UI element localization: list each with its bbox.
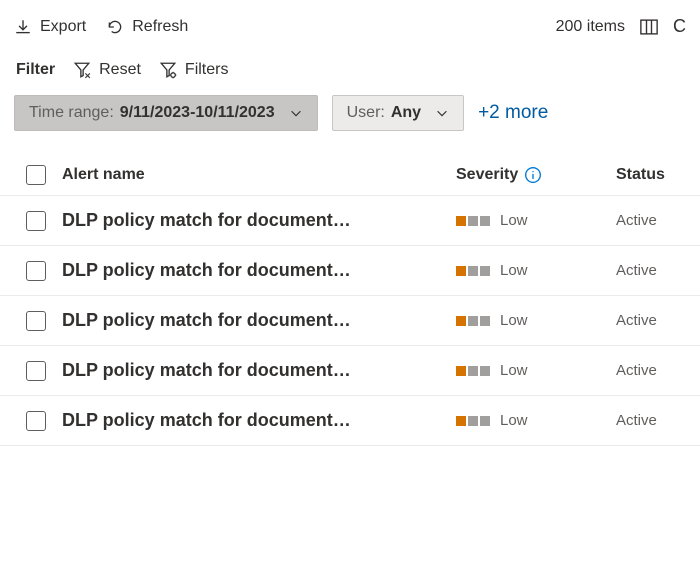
col-status[interactable]: Status xyxy=(616,166,686,184)
row-check-cell xyxy=(14,361,58,381)
severity-bars xyxy=(456,266,490,276)
table-row[interactable]: DLP policy match for document… Low Active xyxy=(0,346,700,396)
table-row[interactable]: DLP policy match for document… Low Active xyxy=(0,296,700,346)
table-row[interactable]: DLP policy match for document… Low Active xyxy=(0,196,700,246)
alert-name[interactable]: DLP policy match for document… xyxy=(62,310,351,330)
status-text: Active xyxy=(616,362,657,379)
reset-label: Reset xyxy=(99,61,141,79)
time-range-value: 9/11/2023-10/11/2023 xyxy=(120,104,275,122)
alert-name[interactable]: DLP policy match for document… xyxy=(62,210,351,230)
items-count: 200 items xyxy=(556,18,625,36)
row-check-cell xyxy=(14,211,58,231)
export-label: Export xyxy=(40,18,86,36)
severity-cell: Low xyxy=(456,312,616,329)
severity-cell: Low xyxy=(456,212,616,229)
more-filters-link[interactable]: +2 more xyxy=(478,102,548,124)
time-range-chip[interactable]: Time range: 9/11/2023-10/11/2023 xyxy=(14,95,318,131)
filter-label: Filter xyxy=(16,61,55,79)
row-checkbox[interactable] xyxy=(26,411,46,431)
severity-text: Low xyxy=(500,212,528,229)
col-severity-label: Severity xyxy=(456,166,518,184)
info-icon[interactable] xyxy=(524,166,542,184)
status-text: Active xyxy=(616,212,657,229)
row-check-cell xyxy=(14,311,58,331)
table-row[interactable]: DLP policy match for document… Low Active xyxy=(0,246,700,296)
refresh-button[interactable]: Refresh xyxy=(106,18,188,36)
user-chip-label: User: xyxy=(347,104,385,122)
refresh-label: Refresh xyxy=(132,18,188,36)
user-chip-value: Any xyxy=(391,104,421,122)
alert-name-cell: DLP policy match for document… xyxy=(58,260,456,281)
chevron-down-icon xyxy=(289,106,303,120)
export-button[interactable]: Export xyxy=(14,18,86,36)
severity-text: Low xyxy=(500,362,528,379)
funnel-clear-icon xyxy=(73,61,91,79)
severity-cell: Low xyxy=(456,412,616,429)
severity-text: Low xyxy=(500,312,528,329)
table-header: Alert name Severity Status xyxy=(0,155,700,196)
filters-button[interactable]: Filters xyxy=(159,61,229,79)
status-cell: Active xyxy=(616,212,686,229)
row-check-cell xyxy=(14,261,58,281)
chevron-down-icon xyxy=(435,106,449,120)
status-cell: Active xyxy=(616,362,686,379)
toolbar-right: 200 items C xyxy=(556,16,686,37)
alert-name-cell: DLP policy match for document… xyxy=(58,410,456,431)
filter-chips: Time range: 9/11/2023-10/11/2023 User: A… xyxy=(0,95,700,147)
alert-name-cell: DLP policy match for document… xyxy=(58,310,456,331)
toolbar: Export Refresh 200 items C xyxy=(0,0,700,45)
status-text: Active xyxy=(616,262,657,279)
severity-bars xyxy=(456,316,490,326)
table-row[interactable]: DLP policy match for document… Low Active xyxy=(0,396,700,446)
alert-name[interactable]: DLP policy match for document… xyxy=(62,260,351,280)
download-icon xyxy=(14,18,32,36)
filters-label-text: Filters xyxy=(185,61,229,79)
col-alert-name[interactable]: Alert name xyxy=(58,166,456,184)
refresh-icon xyxy=(106,18,124,36)
severity-text: Low xyxy=(500,262,528,279)
row-checkbox[interactable] xyxy=(26,211,46,231)
alert-name-cell: DLP policy match for document… xyxy=(58,360,456,381)
select-all-checkbox[interactable] xyxy=(26,165,46,185)
funnel-settings-icon xyxy=(159,61,177,79)
toolbar-left: Export Refresh xyxy=(14,18,188,36)
alert-name-cell: DLP policy match for document… xyxy=(58,210,456,231)
filter-bar: Filter Reset Filters xyxy=(0,45,700,95)
row-checkbox[interactable] xyxy=(26,261,46,281)
status-text: Active xyxy=(616,312,657,329)
col-severity[interactable]: Severity xyxy=(456,166,616,184)
overflow-cut: C xyxy=(673,16,686,37)
severity-bars xyxy=(456,416,490,426)
alert-name[interactable]: DLP policy match for document… xyxy=(62,410,351,430)
status-cell: Active xyxy=(616,312,686,329)
row-checkbox[interactable] xyxy=(26,311,46,331)
severity-cell: Low xyxy=(456,262,616,279)
columns-icon[interactable] xyxy=(639,17,659,37)
row-checkbox[interactable] xyxy=(26,361,46,381)
status-cell: Active xyxy=(616,262,686,279)
severity-text: Low xyxy=(500,412,528,429)
status-cell: Active xyxy=(616,412,686,429)
severity-bars xyxy=(456,216,490,226)
status-text: Active xyxy=(616,412,657,429)
table-body: DLP policy match for document…LowActiveD… xyxy=(0,196,700,446)
severity-cell: Low xyxy=(456,362,616,379)
alert-name[interactable]: DLP policy match for document… xyxy=(62,360,351,380)
select-all-cell xyxy=(14,165,58,185)
severity-bars xyxy=(456,366,490,376)
row-check-cell xyxy=(14,411,58,431)
time-range-label: Time range: xyxy=(29,104,114,122)
reset-filters-button[interactable]: Reset xyxy=(73,61,141,79)
user-chip[interactable]: User: Any xyxy=(332,95,464,131)
